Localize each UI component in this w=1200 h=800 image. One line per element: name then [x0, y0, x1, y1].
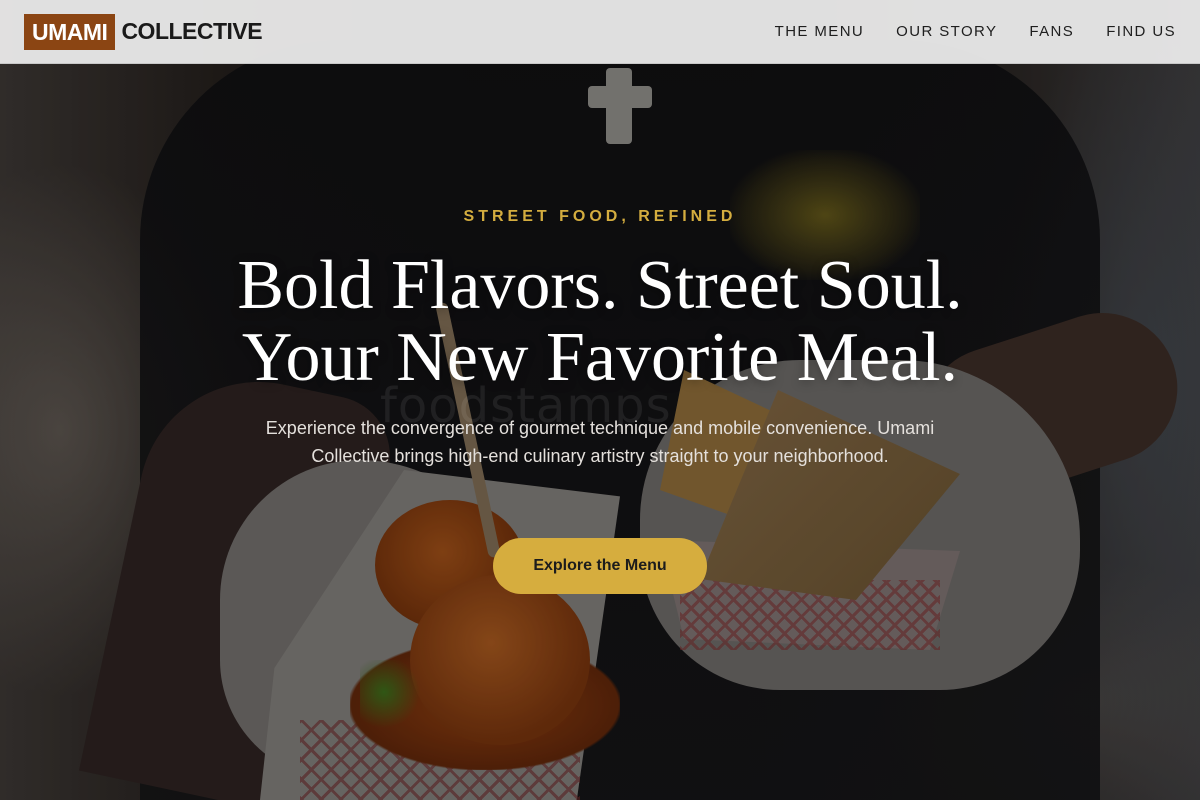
hero-headline-line-1: Bold Flavors. Street Soul.: [237, 247, 963, 324]
hero-headline-line-2: Your New Favorite Meal.: [241, 319, 959, 396]
hero-section: STREET FOOD, REFINED Bold Flavors. Stree…: [0, 0, 1200, 800]
hero-subtext: Experience the convergence of gourmet te…: [265, 418, 935, 466]
explore-menu-button[interactable]: Explore the Menu: [493, 538, 707, 594]
hero-headline: Bold Flavors. Street Soul. Your New Favo…: [0, 250, 1200, 394]
hero-eyebrow: STREET FOOD, REFINED: [463, 208, 737, 225]
